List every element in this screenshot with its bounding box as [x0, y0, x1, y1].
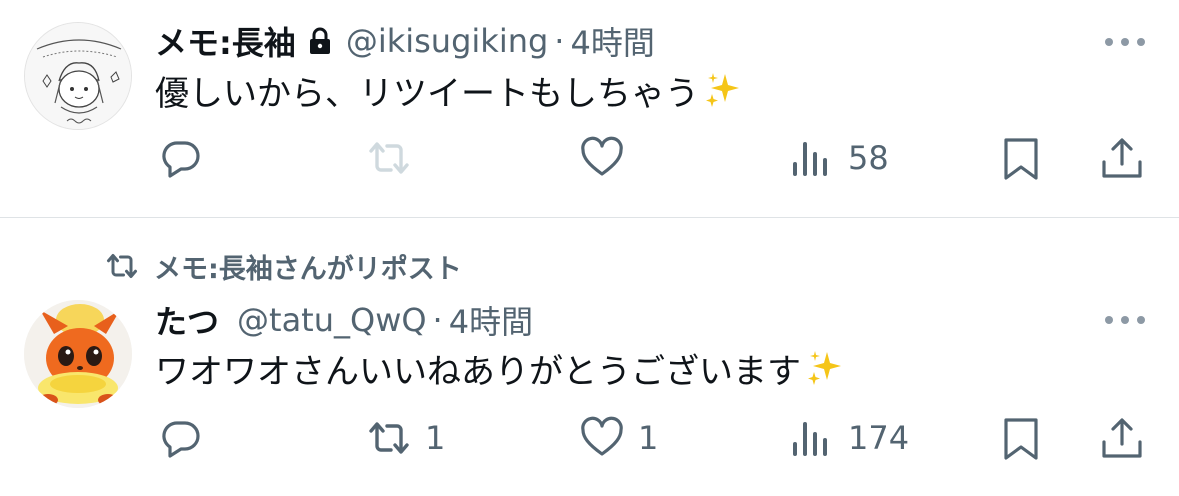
sparkles-icon [706, 73, 739, 107]
tweet-text-body: ワオワオさんいいねありがとうございます [155, 351, 801, 392]
tweet[interactable]: メモ:長袖 @ikisugiking · 4時間 優しいから、リツイートもしちゃ… [0, 0, 1179, 218]
share-icon [1102, 418, 1142, 458]
display-name[interactable]: たつ [155, 297, 219, 343]
separator-dot: · [432, 301, 443, 339]
like-count: 1 [638, 419, 659, 457]
views-count: 174 [848, 419, 910, 457]
bookmark-icon [1004, 418, 1038, 460]
avatar-flareon-plush-image [24, 300, 132, 408]
reply-button[interactable] [157, 128, 205, 188]
bookmark-button[interactable] [997, 128, 1045, 188]
avatar-sketch-image [25, 23, 131, 129]
reply-icon [162, 421, 200, 458]
tweet-text-body: 優しいから、リツイートもしちゃう [155, 73, 699, 114]
views-button[interactable]: 58 [788, 128, 889, 188]
action-bar: 1 1 174 [0, 408, 1179, 468]
retweet-button[interactable]: 1 [365, 408, 445, 468]
sparkles-icon [808, 351, 841, 385]
tweet[interactable]: メモ:長袖さんがリポスト たつ @tatu_QwQ · 4時間 ワオワオさんいい… [0, 218, 1179, 496]
tweet-header: メモ:長袖 @ikisugiking · 4時間 [155, 19, 655, 63]
share-icon [1102, 138, 1142, 178]
repost-context[interactable]: メモ:長袖さんがリポスト [104, 246, 462, 286]
tweet-header: たつ @tatu_QwQ · 4時間 [155, 298, 533, 342]
timestamp[interactable]: 4時間 [570, 18, 654, 64]
reply-button[interactable] [157, 408, 205, 468]
separator-dot: · [554, 22, 565, 60]
like-icon [581, 136, 623, 176]
retweet-icon [369, 422, 409, 454]
views-count: 58 [848, 139, 889, 177]
like-icon [581, 416, 623, 456]
avatar[interactable] [24, 22, 132, 130]
share-button[interactable] [1098, 408, 1146, 468]
timestamp[interactable]: 4時間 [449, 297, 533, 343]
views-icon [793, 142, 827, 176]
avatar[interactable] [24, 300, 132, 408]
repost-context-text: メモ:長袖さんがリポスト [154, 253, 462, 285]
user-handle[interactable]: @ikisugiking [346, 22, 548, 60]
user-handle[interactable]: @tatu_QwQ [237, 301, 427, 339]
bookmark-icon [1004, 138, 1038, 180]
views-icon [793, 422, 827, 456]
action-bar: 58 [0, 128, 1179, 188]
like-button[interactable] [578, 128, 626, 188]
reply-icon [162, 141, 200, 178]
retweet-button[interactable] [365, 128, 413, 188]
views-button[interactable]: 174 [788, 408, 909, 468]
retweet-icon [369, 142, 409, 174]
like-button[interactable]: 1 [578, 408, 658, 468]
more-icon[interactable] [1105, 36, 1145, 48]
lock-icon [309, 27, 330, 54]
bookmark-button[interactable] [997, 408, 1045, 468]
tweet-text: ワオワオさんいいねありがとうございます [155, 346, 845, 392]
retweet-count: 1 [425, 419, 446, 457]
tweet-text: 優しいから、リツイートもしちゃう [155, 68, 743, 114]
share-button[interactable] [1098, 128, 1146, 188]
repost-indicator-icon [107, 254, 137, 278]
more-icon[interactable] [1105, 314, 1145, 326]
display-name[interactable]: メモ:長袖 [155, 18, 296, 64]
